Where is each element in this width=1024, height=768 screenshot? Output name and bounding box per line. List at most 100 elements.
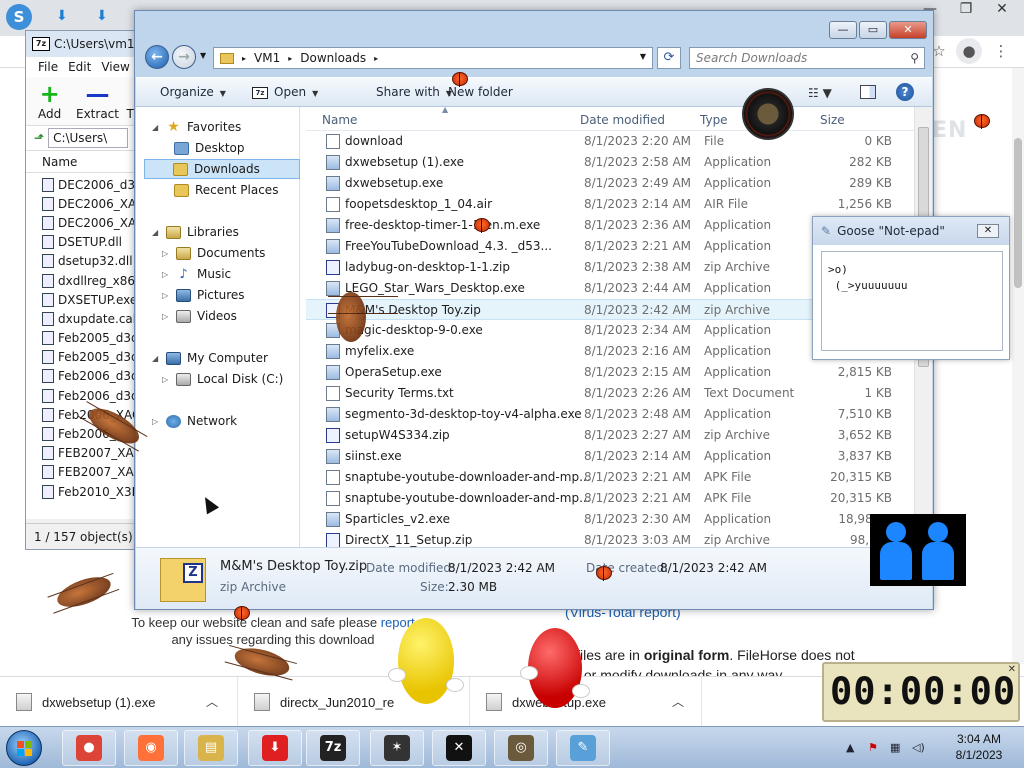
column-type[interactable]: Type: [700, 113, 728, 127]
table-row[interactable]: snaptube-youtube-downloader-and-mp... 8/1…: [306, 488, 932, 509]
profile-icon[interactable]: ●: [956, 38, 982, 64]
taskbar-app-firefox[interactable]: ◉: [124, 730, 178, 766]
nav-recent-places[interactable]: Recent Places: [136, 180, 300, 200]
menu-edit[interactable]: Edit: [68, 60, 91, 74]
table-row[interactable]: setupW4S334.zip 8/1/2023 2:27 AM zip Archi…: [306, 425, 932, 446]
list-item[interactable]: DEC2006_d3dx: [26, 175, 142, 194]
menu-file[interactable]: File: [38, 60, 58, 74]
breadcrumb-downloads[interactable]: Downloads: [300, 51, 366, 65]
change-view-icon[interactable]: ☷ ▼: [808, 86, 832, 100]
network-tray-icon[interactable]: ▦: [890, 741, 900, 754]
column-size[interactable]: Size: [820, 113, 845, 127]
list-item[interactable]: DSETUP.dll: [26, 233, 142, 252]
skype-icon[interactable]: S: [6, 4, 32, 30]
chevron-up-icon[interactable]: ︿: [672, 693, 684, 710]
share-with-button[interactable]: Share with ▼: [376, 85, 452, 99]
list-item[interactable]: DEC2006_XACT: [26, 213, 142, 232]
list-item[interactable]: Feb2006_d3dx: [26, 367, 142, 386]
table-row[interactable]: siinst.exe 8/1/2023 2:14 AM Application 3,8…: [306, 446, 932, 467]
list-item[interactable]: FEB2007_XACT: [26, 463, 142, 482]
goose-text-area[interactable]: >o) (_>yuuuuuuu: [821, 251, 1003, 351]
extract-button[interactable]: — Extract: [76, 81, 119, 121]
help-icon[interactable]: ?: [896, 83, 914, 101]
back-button[interactable]: ←: [145, 45, 169, 69]
list-item[interactable]: dxdllreg_x86.ca: [26, 271, 142, 290]
taskbar-app-notepad[interactable]: ✎: [556, 730, 610, 766]
breadcrumb-vm1[interactable]: VM1: [254, 51, 280, 65]
table-row[interactable]: Sparticles_v2.exe 8/1/2023 2:30 AM Applica…: [306, 509, 932, 530]
up-folder-icon[interactable]: ⬏: [34, 131, 44, 145]
table-row[interactable]: Security Terms.txt 8/1/2023 2:26 AM Text D…: [306, 383, 932, 404]
explorer-title-bar[interactable]: — ▭ ✕: [135, 11, 933, 47]
list-item[interactable]: Feb2005_d3dx: [26, 329, 142, 348]
recent-pages-chevron-icon[interactable]: ▼: [200, 51, 206, 60]
table-row[interactable]: dxwebsetup.exe 8/1/2023 2:49 AM Applicatio…: [306, 173, 932, 194]
table-row[interactable]: download 8/1/2023 2:20 AM File 0 KB: [306, 131, 932, 152]
minimize-button[interactable]: —: [829, 21, 857, 39]
nav-videos[interactable]: ▷ Videos: [136, 306, 300, 326]
new-folder-button[interactable]: New folder: [448, 85, 513, 99]
address-dropdown-icon[interactable]: ▼: [640, 52, 646, 61]
nav-documents[interactable]: ▷ Documents: [136, 243, 300, 263]
preview-pane-icon[interactable]: [860, 85, 876, 99]
goose-close-button[interactable]: ✕: [977, 224, 999, 238]
page-scrollbar[interactable]: [1012, 68, 1024, 664]
address-bar[interactable]: ▸ VM1 ▸ Downloads ▸ ▼: [213, 47, 653, 69]
maximize-button[interactable]: ▭: [859, 21, 887, 39]
search-icon[interactable]: ⚲: [910, 48, 919, 68]
action-center-icon[interactable]: ⚑: [868, 741, 878, 754]
menu-view[interactable]: View: [101, 60, 129, 74]
search-input[interactable]: Search Downloads ⚲: [689, 47, 925, 69]
sevenzip-column-name[interactable]: Name: [26, 151, 142, 173]
table-row[interactable]: DirectX_11_Setup.zip 8/1/2023 3:03 AM zip …: [306, 530, 932, 547]
chevron-up-icon[interactable]: ︿: [206, 693, 218, 710]
nav-favorites[interactable]: ◢ ★ Favorites: [136, 117, 300, 137]
page-scrollbar-thumb[interactable]: [1014, 138, 1022, 288]
nav-libraries[interactable]: ◢ Libraries: [136, 222, 300, 242]
more-menu-icon[interactable]: ⋮: [988, 38, 1014, 64]
table-row[interactable]: segmento-3d-desktop-toy-v4-alpha.exe 8/1/…: [306, 404, 932, 425]
list-item[interactable]: dxupdate.cab: [26, 309, 142, 328]
nav-pictures[interactable]: ▷ Pictures: [136, 285, 300, 305]
download-item[interactable]: dxwebsetup (1).exe ︿: [0, 677, 238, 727]
taskbar-app-download[interactable]: ⬇: [248, 730, 302, 766]
sevenzip-title-bar[interactable]: 7z C:\Users\vm1\: [26, 31, 142, 57]
browser-restore-button[interactable]: ❐: [948, 0, 984, 18]
list-item[interactable]: dsetup32.dll: [26, 252, 142, 271]
list-item[interactable]: DEC2006_XACT: [26, 194, 142, 213]
table-row[interactable]: OperaSetup.exe 8/1/2023 2:15 AM Applicatio…: [306, 362, 932, 383]
close-button[interactable]: ✕: [889, 21, 927, 39]
nav-my-computer[interactable]: ◢ My Computer: [136, 348, 300, 368]
taskbar-app-chrome[interactable]: ●: [62, 730, 116, 766]
list-item[interactable]: DXSETUP.exe: [26, 290, 142, 309]
column-name[interactable]: Name: [322, 113, 357, 127]
refresh-button[interactable]: ⟳: [657, 47, 681, 69]
start-button[interactable]: [6, 730, 42, 766]
taskbar-app-starwars[interactable]: ◎: [494, 730, 548, 766]
timer-close-button[interactable]: ✕: [1008, 664, 1016, 675]
nav-music[interactable]: ▷ ♪ Music: [136, 264, 300, 284]
nav-downloads[interactable]: Downloads: [144, 159, 300, 179]
nav-network[interactable]: ▷ Network: [136, 411, 300, 431]
taskbar-app-7zip[interactable]: 7z: [306, 730, 360, 766]
list-item[interactable]: Feb2006_d3dx: [26, 386, 142, 405]
list-item[interactable]: Feb2010_X3DA: [26, 482, 142, 501]
forward-button[interactable]: →: [172, 45, 196, 69]
open-button[interactable]: 7z Open ▼: [252, 85, 318, 99]
column-date-modified[interactable]: Date modified: [580, 113, 665, 127]
clock[interactable]: 3:04 AM 8/1/2023: [944, 731, 1014, 763]
add-button[interactable]: + Add: [38, 81, 61, 121]
list-item[interactable]: FEB2007_XACT: [26, 444, 142, 463]
desktop-timer[interactable]: 00:00:00 ✕: [822, 662, 1020, 722]
table-row[interactable]: foopetsdesktop_1_04.air 8/1/2023 2:14 AM A…: [306, 194, 932, 215]
nav-local-disk[interactable]: ▷ Local Disk (C:): [136, 369, 300, 389]
table-row[interactable]: snaptube-youtube-downloader-and-mp... 8/1…: [306, 467, 932, 488]
star-wars-toy-icon[interactable]: [742, 88, 794, 140]
organize-button[interactable]: Organize ▼: [160, 85, 226, 99]
users-icon[interactable]: [870, 514, 966, 586]
taskbar-app-explorer[interactable]: ▤: [184, 730, 238, 766]
list-item[interactable]: Feb2005_d3dx: [26, 348, 142, 367]
taskbar-app-badtz[interactable]: ✶: [370, 730, 424, 766]
sevenzip-path-input[interactable]: C:\Users\: [48, 128, 129, 148]
browser-close-button[interactable]: ✕: [984, 0, 1020, 18]
